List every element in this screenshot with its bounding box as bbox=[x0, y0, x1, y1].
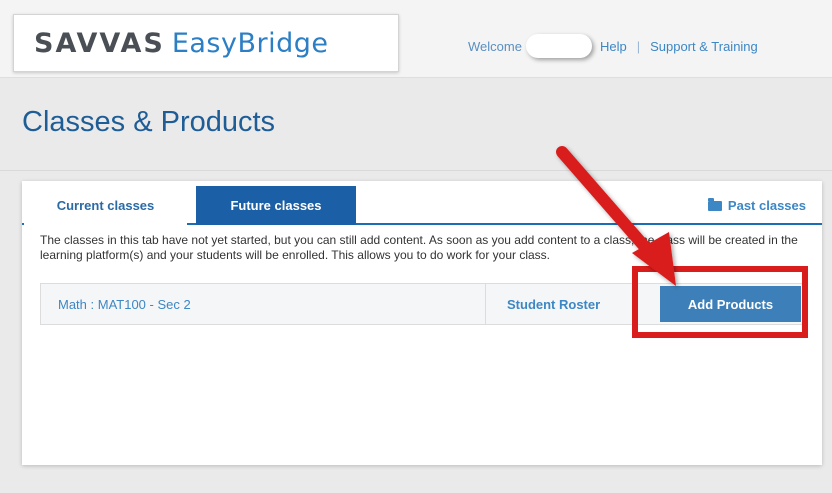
user-menu[interactable] bbox=[525, 34, 592, 58]
logo: SAVVAS EasyBridge bbox=[13, 14, 399, 72]
support-training-link[interactable]: Support & Training bbox=[650, 39, 758, 54]
student-roster-link[interactable]: Student Roster bbox=[507, 297, 600, 312]
tab-current-classes[interactable]: Current classes bbox=[24, 186, 187, 225]
class-name-link[interactable]: Math : MAT100 - Sec 2 bbox=[58, 297, 191, 312]
top-header: SAVVAS EasyBridge Welcome Help | Support… bbox=[0, 0, 832, 78]
class-row: Math : MAT100 - Sec 2 Student Roster Add… bbox=[40, 283, 806, 325]
past-classes-label: Past classes bbox=[727, 198, 806, 213]
tab-future-classes[interactable]: Future classes bbox=[196, 186, 356, 225]
past-classes-link[interactable]: Past classes bbox=[707, 197, 806, 213]
tab-bar: Current classes Future classes Past clas… bbox=[22, 181, 822, 225]
row-divider bbox=[485, 284, 486, 324]
help-link[interactable]: Help bbox=[600, 39, 627, 54]
header-nav: Welcome Help | Support & Training bbox=[468, 34, 758, 58]
folder-icon bbox=[707, 197, 722, 211]
welcome-text: Welcome bbox=[468, 38, 522, 54]
add-products-button[interactable]: Add Products bbox=[660, 286, 801, 322]
logo-product: EasyBridge bbox=[171, 27, 329, 59]
logo-brand: SAVVAS bbox=[34, 27, 165, 59]
nav-separator: | bbox=[636, 38, 641, 54]
info-text: The classes in this tab have not yet sta… bbox=[40, 233, 798, 262]
page-title: Classes & Products bbox=[22, 106, 276, 138]
title-divider bbox=[0, 170, 832, 171]
classes-panel: Current classes Future classes Past clas… bbox=[22, 181, 822, 465]
